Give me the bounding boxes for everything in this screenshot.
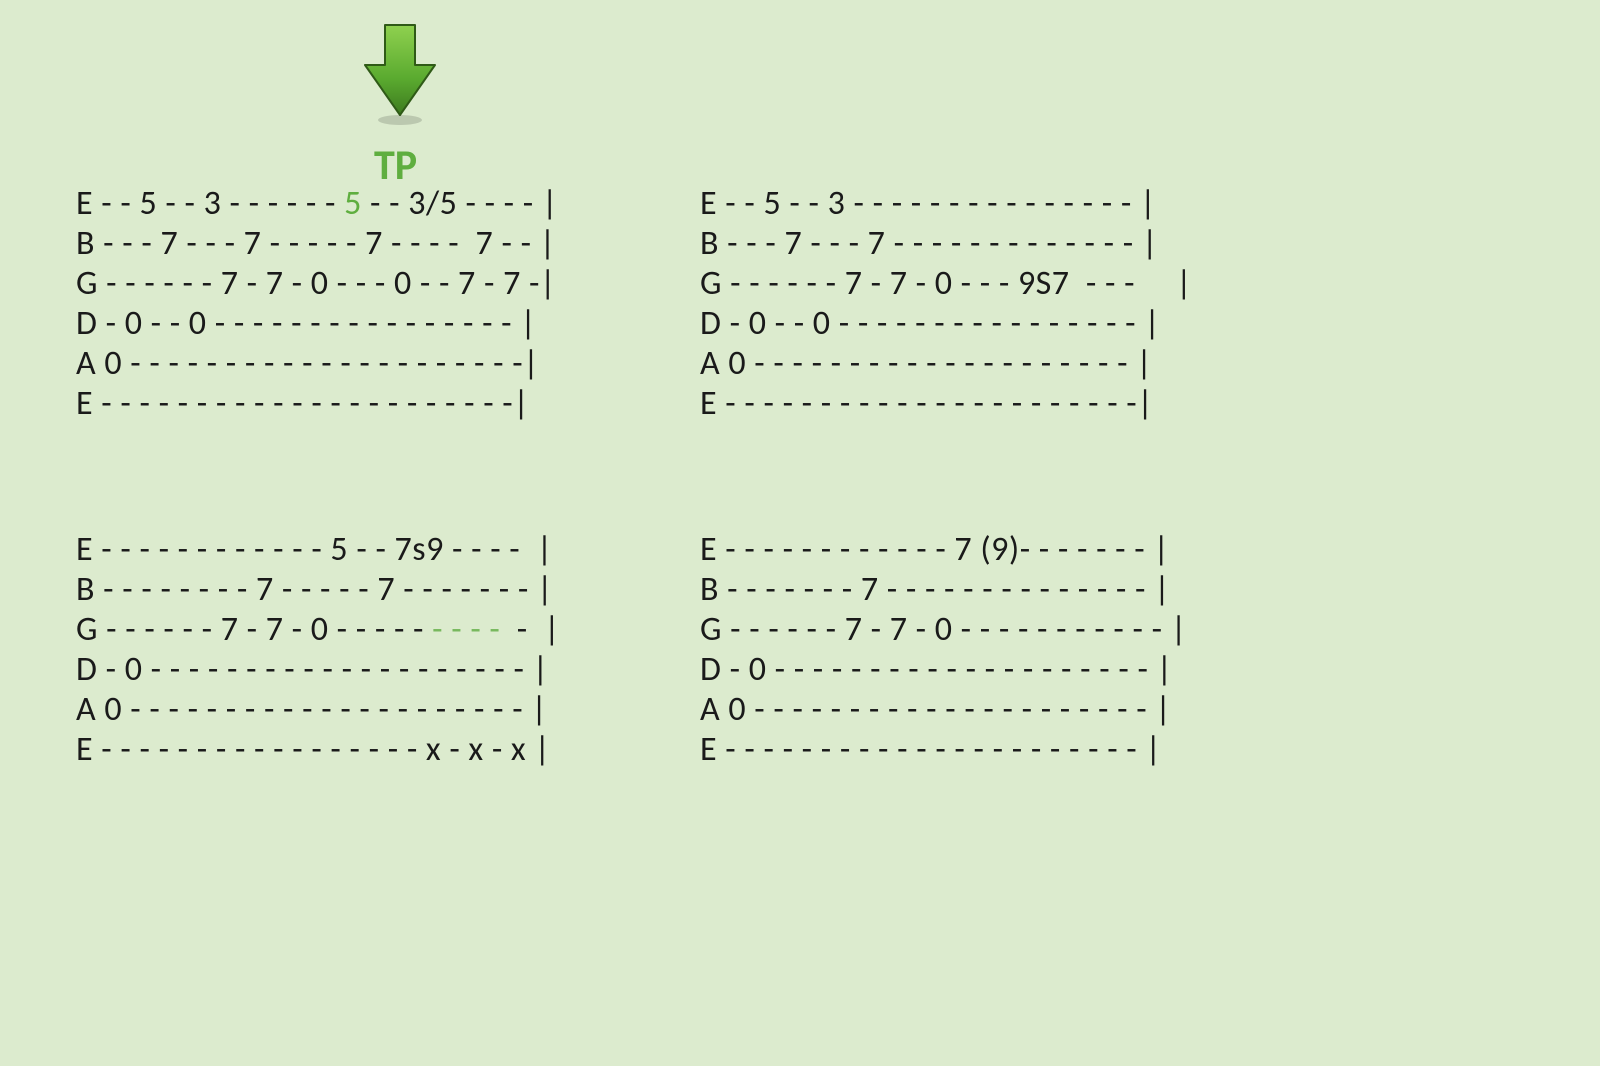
tab-line-g: G - - - - - - 7 - 7 - 0 - - - - - - - - … [700,609,1187,650]
tab-block-2: E - - 5 - - 3 - - - - - - - - - - - - - … [700,184,1192,424]
tab-line-e-hi: E - - 5 - - 3 - - - - - - - - - - - - - … [700,183,1156,224]
tab-block-4: E - - - - - - - - - - - - 7 (9)- - - - -… [700,530,1187,770]
tab-line-a: A 0 - - - - - - - - - - - - - - - - - - … [76,689,547,730]
tab-line-d: D - 0 - - - - - - - - - - - - - - - - - … [76,649,549,690]
tab-line-e-hi: E - - - - - - - - - - - - 7 (9)- - - - -… [700,529,1170,570]
tab-line-e-lo: E - - - - - - - - - - - - - - - - - - - … [700,729,1162,770]
tab-line-b: B - - - - - - - - 7 - - - - - 7 - - - - … [76,569,553,610]
down-arrow-icon [360,20,440,130]
tab-line-e-hi: E - - 5 - - 3 - - - - - - 5 - - 3/5 - - … [76,183,558,224]
tab-line-b: B - - - 7 - - - 7 - - - - - - - - - - - … [700,223,1158,264]
tab-line-e-hi: E - - - - - - - - - - - - 5 - - 7s9 - - … [76,529,553,570]
tab-line-g: G - - - - - - 7 - 7 - 0 - - - 9S7 - - - … [700,263,1192,304]
tab-line-b: B - - - 7 - - - 7 - - - - - 7 - - - - 7 … [76,223,556,264]
tab-line-g: G - - - - - - 7 - 7 - 0 - - - - - - - - … [76,609,560,650]
tab-line-a: A 0 - - - - - - - - - - - - - - - - - - … [700,343,1152,384]
tab-line-e-lo: E - - - - - - - - - - - - - - - - - - - … [76,383,529,424]
tab-line-a: A 0 - - - - - - - - - - - - - - - - - - … [700,689,1171,730]
tab-canvas: TP E - - 5 - - 3 - - - - - - 5 - - 3/5 -… [0,0,1600,1066]
tab-block-1: E - - 5 - - 3 - - - - - - 5 - - 3/5 - - … [76,184,558,424]
tab-line-d: D - 0 - - - - - - - - - - - - - - - - - … [700,649,1173,690]
tab-line-g: G - - - - - - 7 - 7 - 0 - - - 0 - - 7 - … [76,263,556,304]
tab-block-3: E - - - - - - - - - - - - 5 - - 7s9 - - … [76,530,560,770]
tab-line-a: A 0 - - - - - - - - - - - - - - - - - - … [76,343,539,384]
highlighted-fret: 5 [344,183,362,224]
tab-line-d: D - 0 - - 0 - - - - - - - - - - - - - - … [76,303,536,344]
tab-line-e-lo: E - - - - - - - - - - - - - - - - - - - … [700,383,1153,424]
tab-line-e-lo: E - - - - - - - - - - - - - - - - - x - … [76,729,551,770]
tab-line-b: B - - - - - - - 7 - - - - - - - - - - - … [700,569,1170,610]
highlighted-dashes: - - - - [424,609,500,650]
tab-line-d: D - 0 - - 0 - - - - - - - - - - - - - - … [700,303,1160,344]
